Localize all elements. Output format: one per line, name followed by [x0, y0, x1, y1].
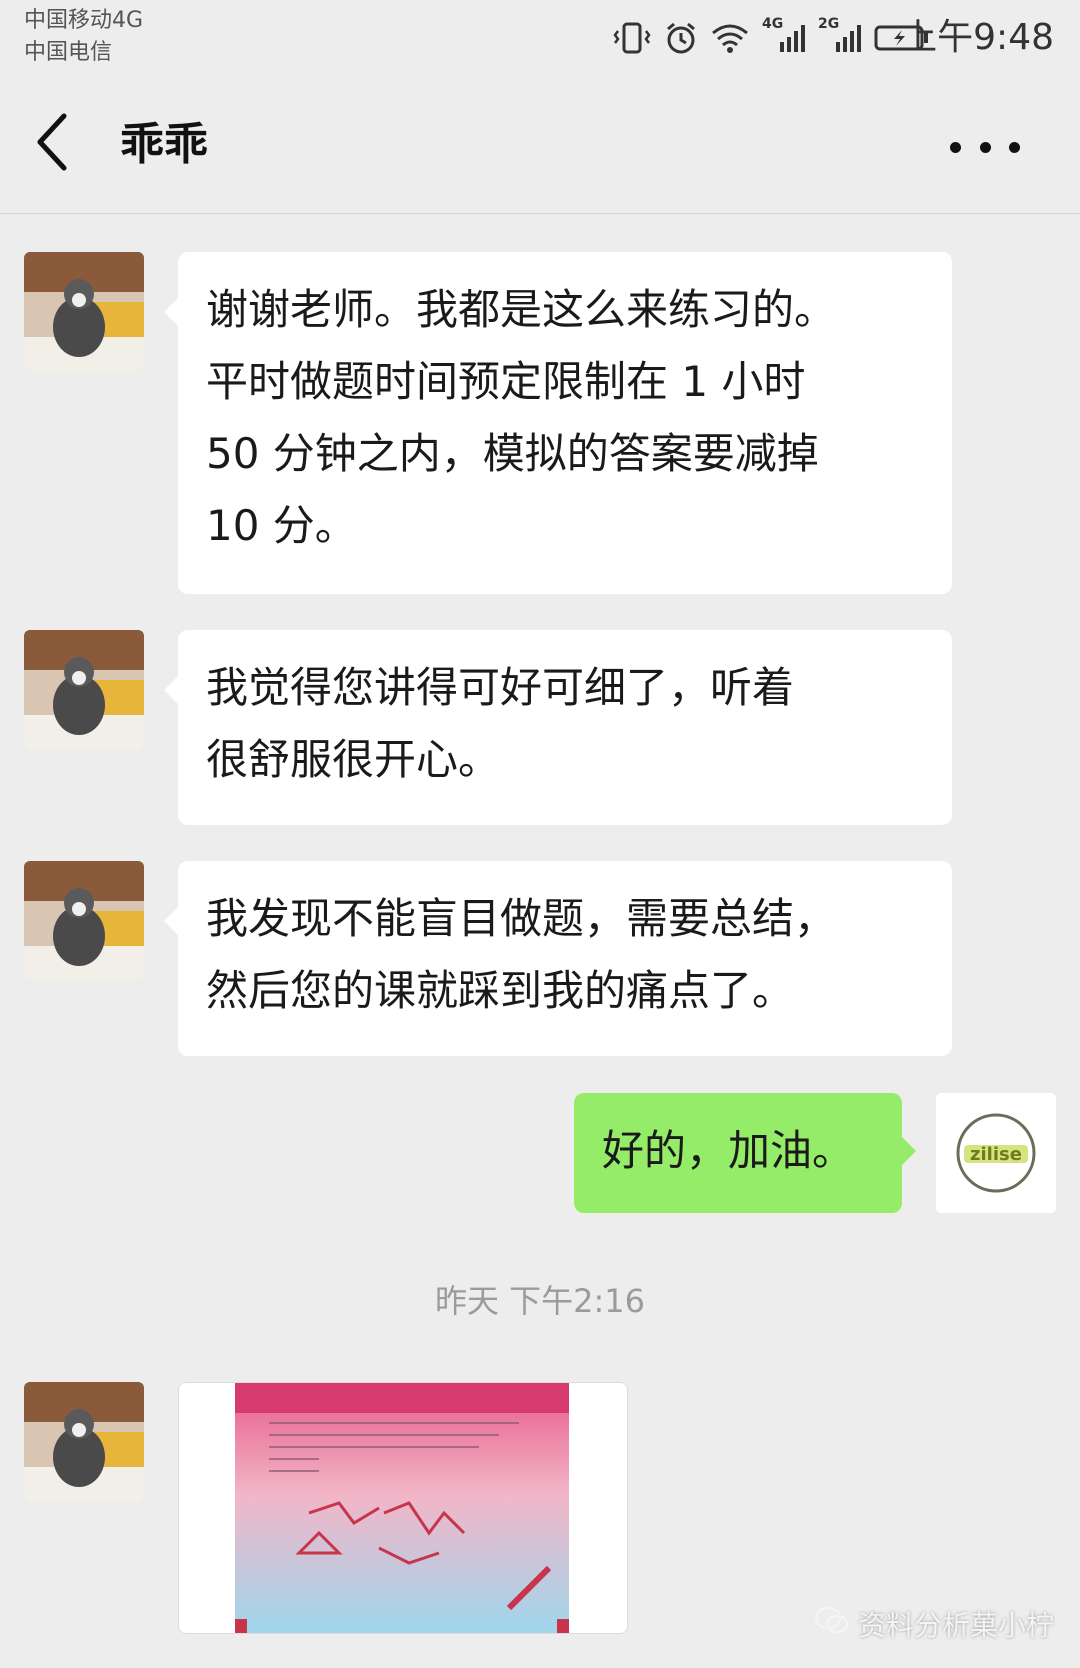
message-timestamp: 昨天 下午2:16 [434, 1282, 646, 1320]
message-bubble-left[interactable]: 谢谢老师。我都是这么来练习的。 平时做题时间预定限制在 1 小时 50 分钟之内… [164, 252, 952, 594]
watermark: 资料分析菓小柠 [814, 1604, 1054, 1644]
wechat-icon [814, 1606, 850, 1643]
wifi-icon [710, 22, 750, 54]
cat-avatar-icon [24, 1382, 144, 1502]
avatar[interactable] [24, 630, 144, 750]
message-line: 谢谢老师。我都是这么来练习的。 [206, 285, 837, 334]
image-message[interactable] [178, 1382, 628, 1634]
cat-avatar-icon [24, 630, 144, 750]
chat-header: 乖乖 [0, 78, 1080, 214]
own-avatar[interactable]: zilise [936, 1093, 1056, 1213]
chevron-left-icon [32, 113, 72, 178]
message-line: 我发现不能盲目做题，需要总结， [206, 894, 837, 943]
status-icons: 4G 2G [612, 16, 930, 58]
message-bubble-left[interactable]: 我发现不能盲目做题，需要总结， 然后您的课就踩到我的痛点了。 [164, 861, 952, 1056]
message-bubble-right[interactable]: 好的，加油。 [574, 1093, 916, 1213]
message-line: 很舒服很开心。 [206, 735, 501, 784]
message-line: 然后您的课就踩到我的痛点了。 [206, 966, 795, 1015]
carrier-primary: 中国移动4G [24, 8, 144, 33]
signal-2g-icon: 2G [818, 16, 862, 54]
watermark-text: 资料分析菓小柠 [857, 1609, 1054, 1642]
status-time: 上午9:48 [901, 17, 1054, 58]
avatar[interactable] [24, 252, 144, 372]
chat-title: 乖乖 [120, 119, 208, 170]
more-options-button[interactable] [950, 122, 1020, 172]
avatar[interactable] [24, 1382, 144, 1502]
status-bar: 中国移动4G 中国电信 4G 2G 上午9:48 [0, 0, 1080, 78]
message-line: 10 分。 [206, 501, 357, 550]
cat-avatar-icon [24, 861, 144, 981]
vibrate-icon [612, 21, 652, 55]
more-dots-icon [950, 141, 961, 153]
message-line: 好的，加油。 [602, 1126, 855, 1175]
message-line: 50 分钟之内，模拟的答案要减掉 [206, 429, 819, 478]
logo-avatar-icon: zilise [936, 1093, 1056, 1213]
avatar[interactable] [24, 861, 144, 981]
cat-avatar-icon [24, 252, 144, 372]
carrier-secondary: 中国电信 [24, 40, 113, 65]
message-line: 平时做题时间预定限制在 1 小时 [206, 357, 806, 406]
back-button[interactable] [32, 110, 92, 180]
svg-text:zilise: zilise [970, 1144, 1022, 1165]
signal-4g-icon: 4G [762, 16, 806, 54]
image-thumbnail-icon [179, 1383, 627, 1633]
message-line: 我觉得您讲得可好可细了，听着 [206, 663, 795, 712]
alarm-icon [664, 21, 698, 55]
message-bubble-left[interactable]: 我觉得您讲得可好可细了，听着 很舒服很开心。 [164, 630, 952, 825]
